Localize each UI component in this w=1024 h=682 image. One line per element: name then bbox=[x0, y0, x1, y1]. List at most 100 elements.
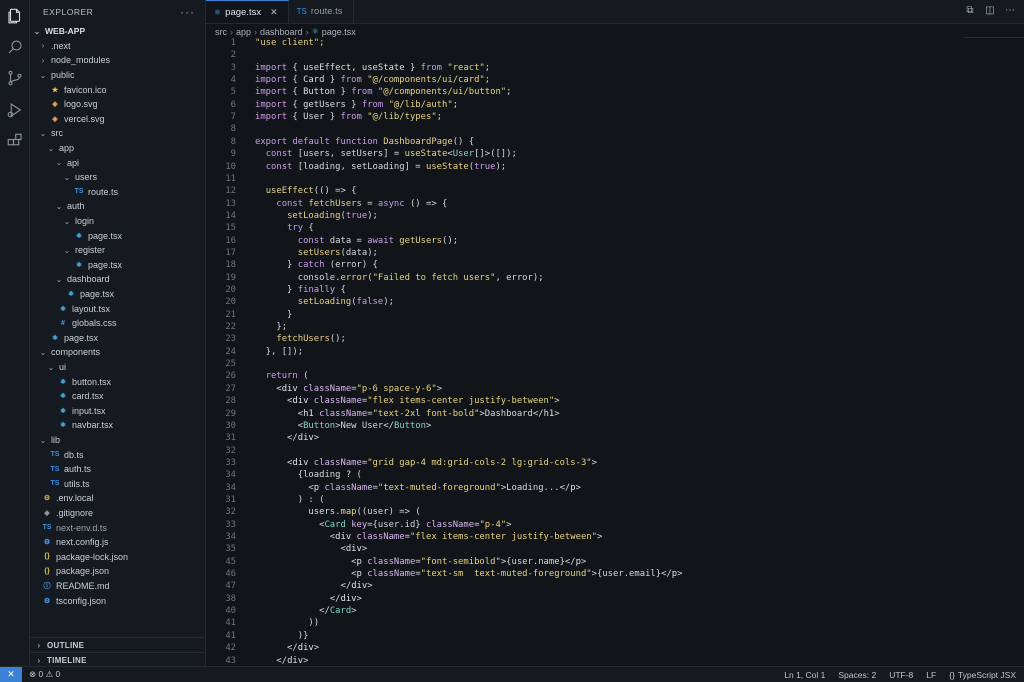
code-line[interactable]: } bbox=[255, 310, 292, 320]
code-line[interactable]: <div className="flex items-center justif… bbox=[255, 396, 560, 406]
code-line[interactable]: }, []); bbox=[255, 347, 303, 357]
tree-file[interactable]: ◈ logo.svg bbox=[30, 97, 205, 112]
tree-file[interactable]: ◈ vercel.svg bbox=[30, 112, 205, 127]
code-line[interactable]: setLoading(true); bbox=[255, 211, 378, 221]
code-line[interactable]: const [users, setUsers] = useState<User[… bbox=[255, 149, 517, 159]
code-line[interactable]: </div> bbox=[255, 594, 362, 604]
tree-file[interactable]: TS utils.ts bbox=[30, 477, 205, 492]
code-line[interactable]: {loading ? ( bbox=[255, 470, 362, 480]
split-editor-icon[interactable]: ◫ bbox=[984, 5, 996, 17]
code-line[interactable]: export default function DashboardPage() … bbox=[255, 137, 474, 147]
problems-indicator[interactable]: ⊗ 0 ⚠ 0 bbox=[29, 669, 60, 680]
code-line[interactable]: </div> bbox=[255, 433, 319, 443]
code-line[interactable]: <p className="text-muted-foreground">Loa… bbox=[255, 483, 581, 493]
tree-file[interactable]: ⚛ page.tsx bbox=[30, 258, 205, 273]
run-debug-icon[interactable] bbox=[5, 100, 25, 120]
tree-file[interactable]: TS next-env.d.ts bbox=[30, 520, 205, 535]
tree-folder[interactable]: ⌄ src bbox=[30, 126, 205, 141]
explorer-more-icon[interactable]: ··· bbox=[180, 5, 195, 19]
code-line[interactable]: } catch (error) { bbox=[255, 260, 378, 270]
code-line[interactable]: setLoading(false); bbox=[255, 297, 394, 307]
code-editor[interactable]: 1 "use client"; 2 3 import { useEffect, useS… bbox=[206, 38, 1024, 678]
tree-file[interactable]: ⚛ navbar.tsx bbox=[30, 418, 205, 433]
tab-route-ts[interactable]: TS route.ts bbox=[289, 0, 354, 23]
remote-indicator-icon[interactable]: ✕ bbox=[0, 666, 22, 682]
tree-file[interactable]: ⚛ layout.tsx bbox=[30, 301, 205, 316]
code-line[interactable]: import { useEffect, useState } from "rea… bbox=[255, 63, 490, 73]
tree-file[interactable]: ⚛ card.tsx bbox=[30, 389, 205, 404]
tree-file[interactable]: ⚛ page.tsx bbox=[30, 287, 205, 302]
code-line[interactable]: <div> bbox=[255, 544, 367, 554]
code-line[interactable]: try { bbox=[255, 223, 314, 233]
code-line[interactable]: }; bbox=[255, 322, 287, 332]
more-actions-icon[interactable]: ⋯ bbox=[1004, 5, 1016, 17]
tree-file[interactable]: ⚛ input.tsx bbox=[30, 404, 205, 419]
tree-file[interactable]: ◆ .gitignore bbox=[30, 506, 205, 521]
code-line[interactable]: <p className="text-sm text-muted-foregro… bbox=[255, 569, 682, 579]
tab-page-tsx[interactable]: ⚛ page.tsx ✕ bbox=[206, 0, 289, 23]
breadcrumb-item[interactable]: page.tsx bbox=[322, 27, 356, 37]
close-icon[interactable]: ✕ bbox=[270, 7, 278, 18]
code-line[interactable]: import { Button } from "@/components/ui/… bbox=[255, 87, 512, 97]
tree-folder[interactable]: ⌄ lib bbox=[30, 433, 205, 448]
code-line[interactable]: users.map((user) => ( bbox=[255, 507, 420, 517]
tree-folder[interactable]: › .next bbox=[30, 39, 205, 54]
tree-folder[interactable]: ⌄ dashboard bbox=[30, 272, 205, 287]
code-line[interactable]: const fetchUsers = async () => { bbox=[255, 199, 447, 209]
tree-file[interactable]: ⚙ next.config.js bbox=[30, 535, 205, 550]
encoding[interactable]: UTF-8 bbox=[889, 670, 913, 680]
breadcrumb-item[interactable]: src bbox=[215, 27, 227, 37]
code-line[interactable]: <div className="grid gap-4 md:grid-cols-… bbox=[255, 458, 597, 468]
tree-file[interactable]: ⚙ .env.local bbox=[30, 491, 205, 506]
code-line[interactable]: <Card key={user.id} className="p-4"> bbox=[255, 520, 511, 530]
code-line[interactable]: const [loading, setLoading] = useState(t… bbox=[255, 162, 506, 172]
breadcrumb-item[interactable]: app bbox=[236, 27, 251, 37]
extensions-icon[interactable] bbox=[5, 131, 25, 151]
search-icon[interactable] bbox=[5, 37, 25, 57]
code-line[interactable]: ) : ( bbox=[255, 495, 325, 505]
code-line[interactable]: </div> bbox=[255, 643, 319, 653]
code-line[interactable]: useEffect(() => { bbox=[255, 186, 357, 196]
tree-file[interactable]: {} package.json bbox=[30, 564, 205, 579]
code-line[interactable]: const data = await getUsers(); bbox=[255, 236, 458, 246]
tree-folder[interactable]: › node_modules bbox=[30, 53, 205, 68]
code-line[interactable]: <p className="font-semibold">{user.name}… bbox=[255, 557, 586, 567]
end-of-line[interactable]: LF bbox=[926, 670, 936, 680]
tree-folder[interactable]: ⌄ components bbox=[30, 345, 205, 360]
code-line[interactable]: <Button>New User</Button> bbox=[255, 421, 432, 431]
tree-file[interactable]: # globals.css bbox=[30, 316, 205, 331]
code-line[interactable]: </div> bbox=[255, 656, 308, 666]
tree-file[interactable]: ⚛ page.tsx bbox=[30, 228, 205, 243]
tree-folder[interactable]: ⌄ users bbox=[30, 170, 205, 185]
indentation[interactable]: Spaces: 2 bbox=[838, 670, 876, 680]
tree-file[interactable]: ⚛ button.tsx bbox=[30, 374, 205, 389]
timeline-section[interactable]: › TIMELINE bbox=[30, 652, 205, 667]
code-line[interactable]: )} bbox=[255, 631, 309, 641]
code-line[interactable]: import { getUsers } from "@/lib/auth"; bbox=[255, 100, 458, 110]
language-mode[interactable]: {} TypeScript JSX bbox=[949, 670, 1016, 680]
files-icon[interactable] bbox=[5, 6, 25, 26]
tree-root-web-app[interactable]: ⌄ WEB-APP bbox=[30, 24, 205, 39]
tree-file[interactable]: ⓘ README.md bbox=[30, 579, 205, 594]
code-line[interactable]: <h1 className="text-2xl font-bold">Dashb… bbox=[255, 409, 560, 419]
code-line[interactable]: )) bbox=[255, 618, 319, 628]
code-line[interactable]: setUsers(data); bbox=[255, 248, 378, 258]
code-line[interactable]: <div className="p-6 space-y-6"> bbox=[255, 384, 442, 394]
tree-folder[interactable]: ⌄ public bbox=[30, 68, 205, 83]
tree-file[interactable]: ★ favicon.ico bbox=[30, 82, 205, 97]
code-line[interactable]: import { Card } from "@/components/ui/ca… bbox=[255, 75, 490, 85]
tree-folder[interactable]: ⌄ register bbox=[30, 243, 205, 258]
tree-file[interactable]: TS db.ts bbox=[30, 447, 205, 462]
tree-folder[interactable]: ⌄ login bbox=[30, 214, 205, 229]
tree-file[interactable]: ⚛ page.tsx bbox=[30, 331, 205, 346]
source-control-icon[interactable] bbox=[5, 68, 25, 88]
code-line[interactable]: import { User } from "@/lib/types"; bbox=[255, 112, 442, 122]
open-changes-icon[interactable]: ⧉ bbox=[964, 5, 976, 17]
code-line[interactable]: fetchUsers(); bbox=[255, 334, 345, 344]
tree-folder[interactable]: ⌄ auth bbox=[30, 199, 205, 214]
cursor-position[interactable]: Ln 1, Col 1 bbox=[784, 670, 825, 680]
code-line[interactable]: </Card> bbox=[255, 606, 356, 616]
tree-file[interactable]: ⚙ tsconfig.json bbox=[30, 593, 205, 608]
code-line[interactable]: console.error("Failed to fetch users", e… bbox=[255, 273, 544, 283]
breadcrumb-item[interactable]: dashboard bbox=[260, 27, 303, 37]
